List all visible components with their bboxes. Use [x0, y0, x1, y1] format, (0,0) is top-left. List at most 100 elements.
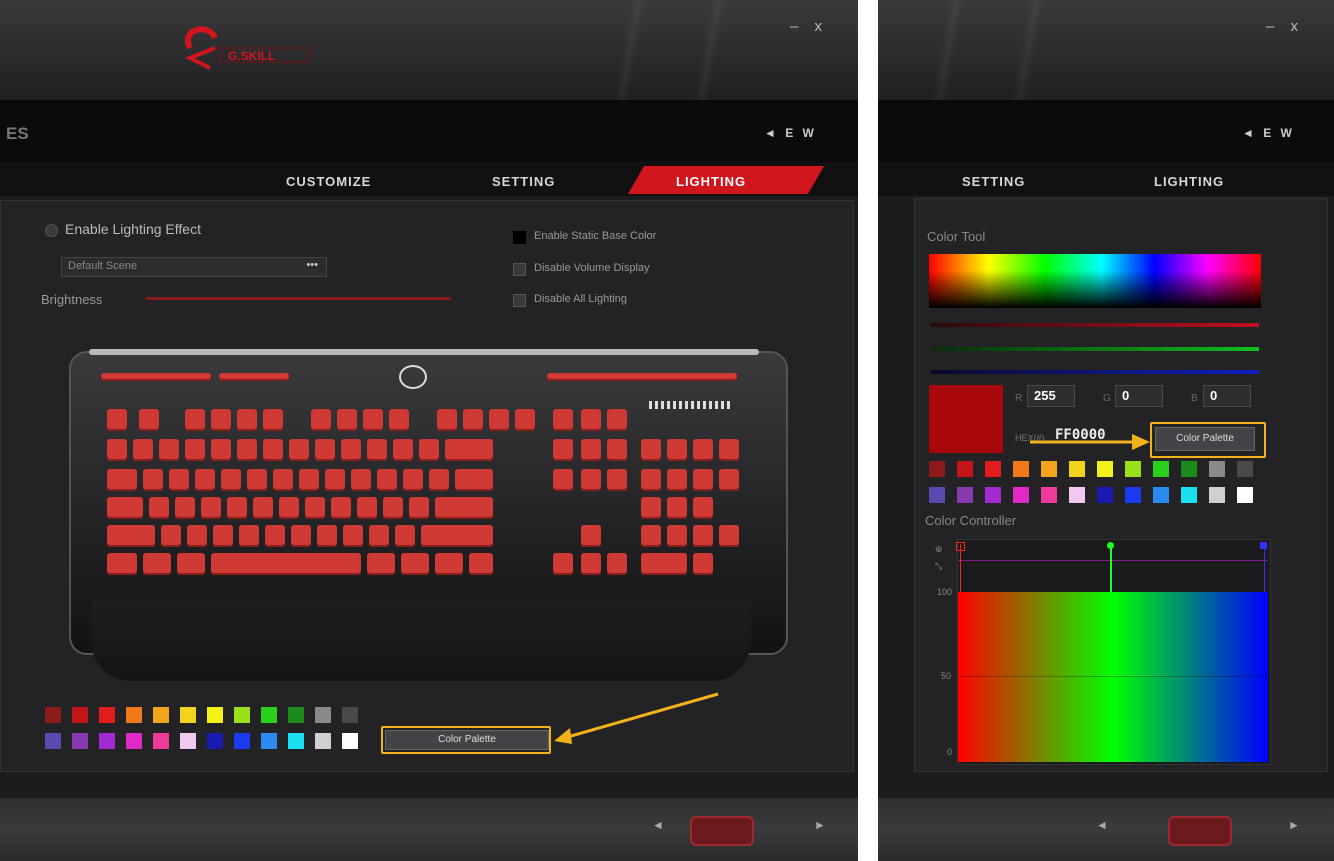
- keyboard-key[interactable]: [581, 409, 601, 431]
- keyboard-key[interactable]: [143, 469, 163, 491]
- color-swatch[interactable]: [1181, 487, 1197, 503]
- green-marker[interactable]: [1107, 542, 1114, 549]
- keyboard-key[interactable]: [263, 439, 283, 461]
- keyboard-key[interactable]: [469, 553, 493, 575]
- keyboard-key[interactable]: [693, 469, 713, 491]
- g-input[interactable]: 0: [1115, 385, 1163, 407]
- keyboard-key[interactable]: [317, 525, 337, 547]
- keyboard-key[interactable]: [367, 439, 387, 461]
- keyboard-key[interactable]: [437, 409, 457, 431]
- prev-arrow[interactable]: ◄: [652, 818, 664, 832]
- keyboard-key[interactable]: [133, 439, 153, 461]
- enable-lighting-radio[interactable]: [45, 224, 58, 237]
- keyboard-key[interactable]: [641, 525, 661, 547]
- color-swatch[interactable]: [153, 707, 169, 723]
- disable-all-lighting-checkbox[interactable]: [513, 294, 526, 307]
- keyboard-key[interactable]: [185, 409, 205, 431]
- keyboard-key[interactable]: [161, 525, 181, 547]
- blue-slider[interactable]: [931, 370, 1259, 374]
- color-controller-graph[interactable]: [956, 539, 1271, 765]
- keyboard-key[interactable]: [389, 409, 409, 431]
- keyboard-key[interactable]: [289, 439, 309, 461]
- apply-button[interactable]: [690, 816, 754, 846]
- keyboard-key[interactable]: [357, 497, 377, 519]
- brightness-slider[interactable]: [146, 297, 451, 300]
- keyboard-key[interactable]: [265, 525, 285, 547]
- keyboard-key[interactable]: [185, 439, 205, 461]
- color-swatch[interactable]: [180, 707, 196, 723]
- keyboard-key[interactable]: [641, 497, 661, 519]
- keyboard-key[interactable]: [211, 409, 231, 431]
- keyboard-key[interactable]: [107, 409, 127, 431]
- keyboard-key[interactable]: [237, 409, 257, 431]
- keyboard-key[interactable]: [383, 497, 403, 519]
- next-arrow[interactable]: ►: [1288, 818, 1300, 832]
- r-input[interactable]: 255: [1027, 385, 1075, 407]
- keyboard-key[interactable]: [581, 525, 601, 547]
- keyboard-key[interactable]: [445, 439, 493, 461]
- language-selector[interactable]: ◄ E W: [1242, 126, 1295, 140]
- keyboard-key[interactable]: [377, 469, 397, 491]
- keyboard-key[interactable]: [195, 469, 215, 491]
- language-selector[interactable]: ◄ E W: [764, 126, 817, 140]
- keyboard-key[interactable]: [455, 469, 493, 491]
- keyboard-key[interactable]: [273, 469, 293, 491]
- keyboard-key[interactable]: [201, 497, 221, 519]
- keyboard-key[interactable]: [343, 525, 363, 547]
- keyboard-key[interactable]: [395, 525, 415, 547]
- keyboard-key[interactable]: [237, 439, 257, 461]
- keyboard-key[interactable]: [553, 553, 573, 575]
- color-swatch[interactable]: [72, 707, 88, 723]
- color-swatch[interactable]: [261, 707, 277, 723]
- color-swatch[interactable]: [1153, 487, 1169, 503]
- keyboard-key[interactable]: [419, 439, 439, 461]
- color-swatch[interactable]: [99, 707, 115, 723]
- color-swatch[interactable]: [1237, 461, 1253, 477]
- color-swatch[interactable]: [1041, 487, 1057, 503]
- keyboard-key[interactable]: [553, 439, 573, 461]
- color-swatch[interactable]: [126, 733, 142, 749]
- keyboard-key[interactable]: [553, 469, 573, 491]
- prev-arrow[interactable]: ◄: [1096, 818, 1108, 832]
- keyboard-key[interactable]: [719, 469, 739, 491]
- apply-button[interactable]: [1168, 816, 1232, 846]
- color-swatch[interactable]: [1097, 487, 1113, 503]
- color-swatch[interactable]: [342, 733, 358, 749]
- color-swatch[interactable]: [126, 707, 142, 723]
- color-swatch[interactable]: [45, 707, 61, 723]
- keyboard-key[interactable]: [279, 497, 299, 519]
- keyboard-key[interactable]: [351, 469, 371, 491]
- keyboard-key[interactable]: [667, 525, 687, 547]
- keyboard-key[interactable]: [363, 409, 383, 431]
- keyboard-key[interactable]: [421, 525, 493, 547]
- color-swatch[interactable]: [99, 733, 115, 749]
- keyboard-key[interactable]: [435, 497, 493, 519]
- keyboard-key[interactable]: [393, 439, 413, 461]
- color-swatch[interactable]: [315, 733, 331, 749]
- color-swatch[interactable]: [1153, 461, 1169, 477]
- keyboard-key[interactable]: [367, 553, 395, 575]
- keyboard-key[interactable]: [607, 409, 627, 431]
- color-swatch[interactable]: [957, 461, 973, 477]
- keyboard-key[interactable]: [607, 439, 627, 461]
- keyboard-key[interactable]: [463, 409, 483, 431]
- scene-dropdown[interactable]: Default Scene •••: [61, 257, 327, 277]
- color-swatch[interactable]: [1041, 461, 1057, 477]
- color-swatch[interactable]: [207, 707, 223, 723]
- keyboard-key[interactable]: [719, 439, 739, 461]
- keyboard-key[interactable]: [547, 373, 737, 381]
- window-controls[interactable]: – x: [1266, 18, 1304, 35]
- keyboard-key[interactable]: [311, 409, 331, 431]
- color-swatch[interactable]: [1181, 461, 1197, 477]
- keyboard-key[interactable]: [143, 553, 171, 575]
- color-swatch[interactable]: [985, 461, 1001, 477]
- color-swatch[interactable]: [957, 487, 973, 503]
- keyboard-key[interactable]: [553, 409, 573, 431]
- red-marker[interactable]: [956, 542, 965, 551]
- next-arrow[interactable]: ►: [814, 818, 826, 832]
- keyboard-key[interactable]: [315, 439, 335, 461]
- keyboard-key[interactable]: [305, 497, 325, 519]
- color-spectrum[interactable]: [929, 254, 1261, 308]
- keyboard-key[interactable]: [211, 439, 231, 461]
- color-swatch[interactable]: [1013, 461, 1029, 477]
